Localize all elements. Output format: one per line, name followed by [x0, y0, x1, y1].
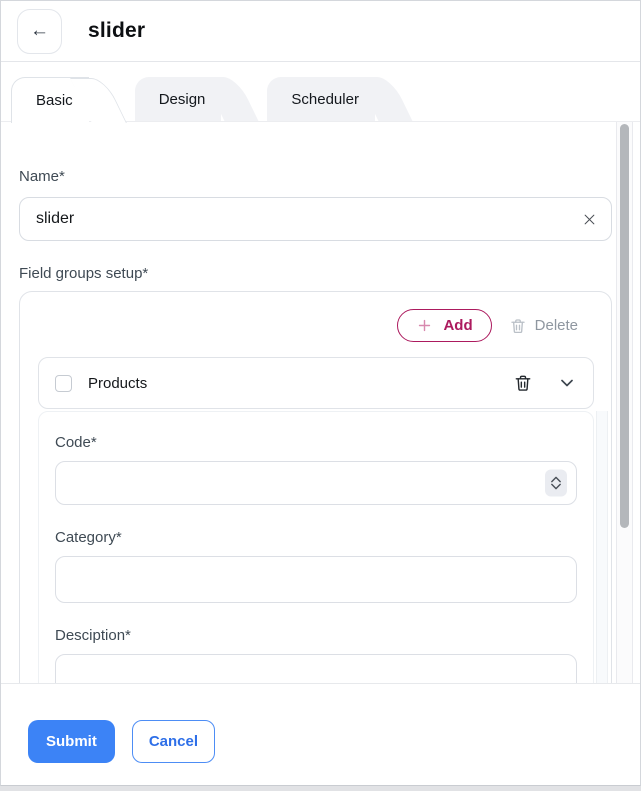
description-label: Desciption* — [55, 627, 577, 644]
panel-scrollbar-track[interactable] — [596, 411, 608, 683]
description-field-block: Desciption* — [55, 627, 577, 683]
category-input[interactable] — [55, 556, 577, 603]
description-input[interactable] — [55, 654, 577, 683]
delete-group-label: Delete — [535, 317, 578, 334]
plus-icon — [416, 317, 433, 334]
name-field-block: Name* — [19, 168, 612, 241]
field-groups-panel: Add Delete Products — [19, 291, 612, 683]
form-scroll-area: Name* Field groups setup* Add — [1, 122, 640, 683]
page-title: slider — [88, 19, 145, 43]
field-groups-label: Field groups setup* — [19, 265, 612, 282]
tab-basic-label: Basic — [36, 92, 73, 109]
clear-input-button[interactable] — [580, 210, 598, 228]
group-body-products: Code* Category* — [38, 411, 594, 683]
add-group-button[interactable]: Add — [397, 309, 491, 342]
category-label: Category* — [55, 529, 577, 546]
tab-design[interactable]: Design — [135, 77, 222, 122]
submit-button[interactable]: Submit — [28, 720, 115, 763]
delete-group-button[interactable]: Delete — [509, 317, 578, 335]
group-collapse-button[interactable] — [557, 373, 577, 393]
footer: Submit Cancel — [1, 683, 640, 785]
group-header-products[interactable]: Products — [38, 357, 594, 409]
field-groups-toolbar: Add Delete — [20, 292, 611, 342]
category-field-block: Category* — [55, 529, 577, 603]
chevron-down-icon — [557, 373, 577, 393]
back-button[interactable]: ← — [17, 9, 62, 54]
code-label: Code* — [55, 434, 577, 451]
tab-scheduler-label: Scheduler — [291, 91, 359, 108]
add-group-label: Add — [443, 317, 472, 334]
tab-design-label: Design — [159, 91, 206, 108]
group-title: Products — [88, 375, 147, 392]
main-scrollbar-thumb[interactable] — [620, 124, 629, 528]
tab-bar: Basic Design Scheduler — [1, 62, 640, 122]
code-input[interactable] — [55, 461, 577, 505]
group-delete-button[interactable] — [513, 373, 533, 393]
group-card-products: Products — [38, 357, 594, 683]
name-label: Name* — [19, 168, 612, 185]
back-arrow-icon: ← — [30, 20, 49, 42]
group-checkbox[interactable] — [55, 375, 72, 392]
tab-scheduler[interactable]: Scheduler — [267, 77, 375, 122]
tab-basic[interactable]: Basic — [11, 77, 89, 123]
number-stepper[interactable] — [545, 470, 567, 497]
app-window: ← slider Basic Design Scheduler Name* — [0, 0, 641, 786]
code-field-block: Code* — [55, 434, 577, 505]
chevron-up-icon — [551, 477, 561, 483]
clear-x-icon — [582, 212, 597, 227]
name-input[interactable] — [19, 197, 612, 241]
trash-icon — [513, 373, 533, 393]
trash-icon — [509, 317, 527, 335]
main-scrollbar-track[interactable] — [616, 122, 633, 683]
header: ← slider — [1, 1, 640, 62]
group-header-actions — [513, 373, 577, 393]
chevron-down-icon — [551, 484, 561, 490]
cancel-button[interactable]: Cancel — [132, 720, 215, 763]
